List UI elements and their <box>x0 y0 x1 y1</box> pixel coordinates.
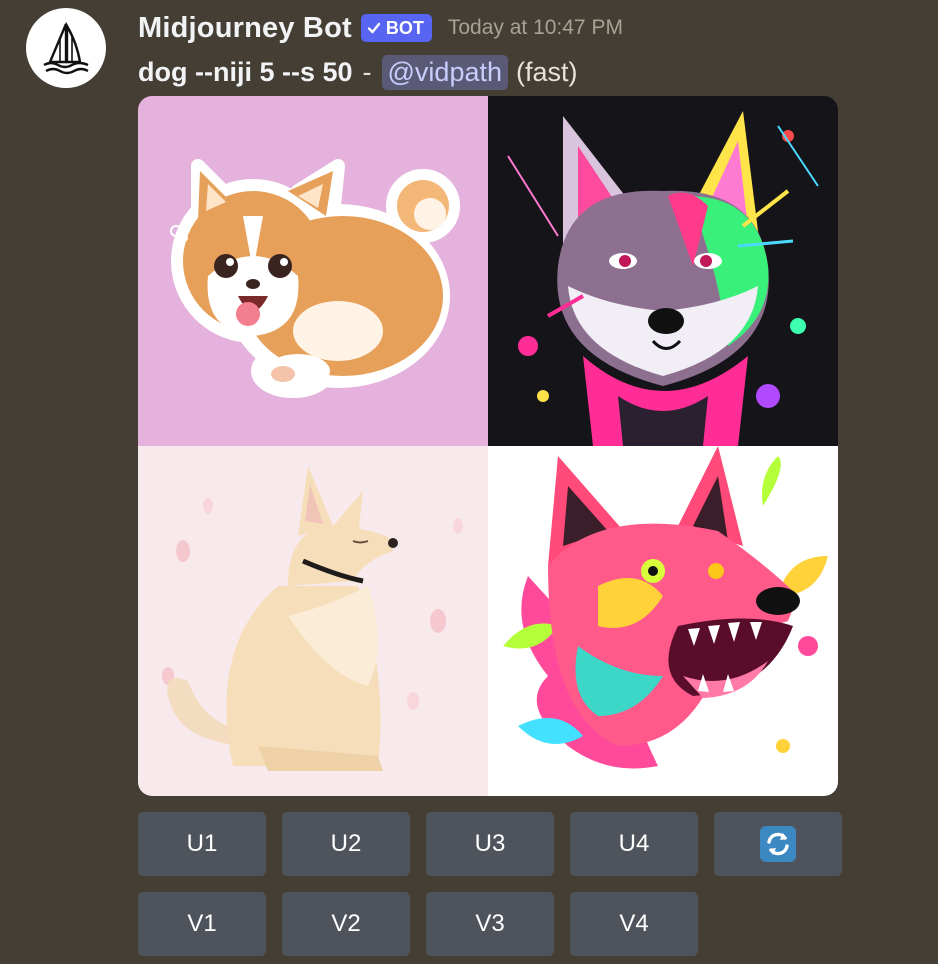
variation-button-2[interactable]: V2 <box>282 892 410 956</box>
bot-tag-label: BOT <box>385 17 424 38</box>
upscale-button-1[interactable]: U1 <box>138 812 266 876</box>
message-content: dog --niji 5 --s 50 - @vidpath (fast) <box>138 52 578 92</box>
upscale-button-3[interactable]: U3 <box>426 812 554 876</box>
timestamp: Today at 10:47 PM <box>447 16 623 39</box>
image-grid[interactable] <box>138 96 838 796</box>
user-mention[interactable]: @vidpath <box>381 54 508 90</box>
variation-button-3[interactable]: V3 <box>426 892 554 956</box>
message-header: Midjourney Bot BOT Today at 10:47 PM <box>138 8 623 48</box>
sailboat-logo-icon <box>43 21 89 75</box>
separator: - <box>362 56 372 87</box>
bot-avatar[interactable] <box>26 8 106 88</box>
image-tile-3-sitting-dog[interactable] <box>138 446 488 796</box>
upscale-button-2[interactable]: U2 <box>282 812 410 876</box>
reroll-button[interactable] <box>714 812 842 876</box>
reroll-icon <box>760 826 796 862</box>
variation-button-4[interactable]: V4 <box>570 892 698 956</box>
variation-button-1[interactable]: V1 <box>138 892 266 956</box>
image-tile-4-neon-wolf[interactable] <box>488 446 838 796</box>
author-name[interactable]: Midjourney Bot <box>138 12 352 45</box>
image-tile-1-corgi-sticker[interactable] <box>138 96 488 446</box>
upscale-button-4[interactable]: U4 <box>570 812 698 876</box>
prompt-text: dog --niji 5 --s 50 <box>138 56 353 87</box>
bot-tag: BOT <box>360 14 432 42</box>
verified-check-icon <box>367 22 381 34</box>
image-tile-2-neon-shiba[interactable] <box>488 96 838 446</box>
speed-label: (fast) <box>516 56 578 87</box>
